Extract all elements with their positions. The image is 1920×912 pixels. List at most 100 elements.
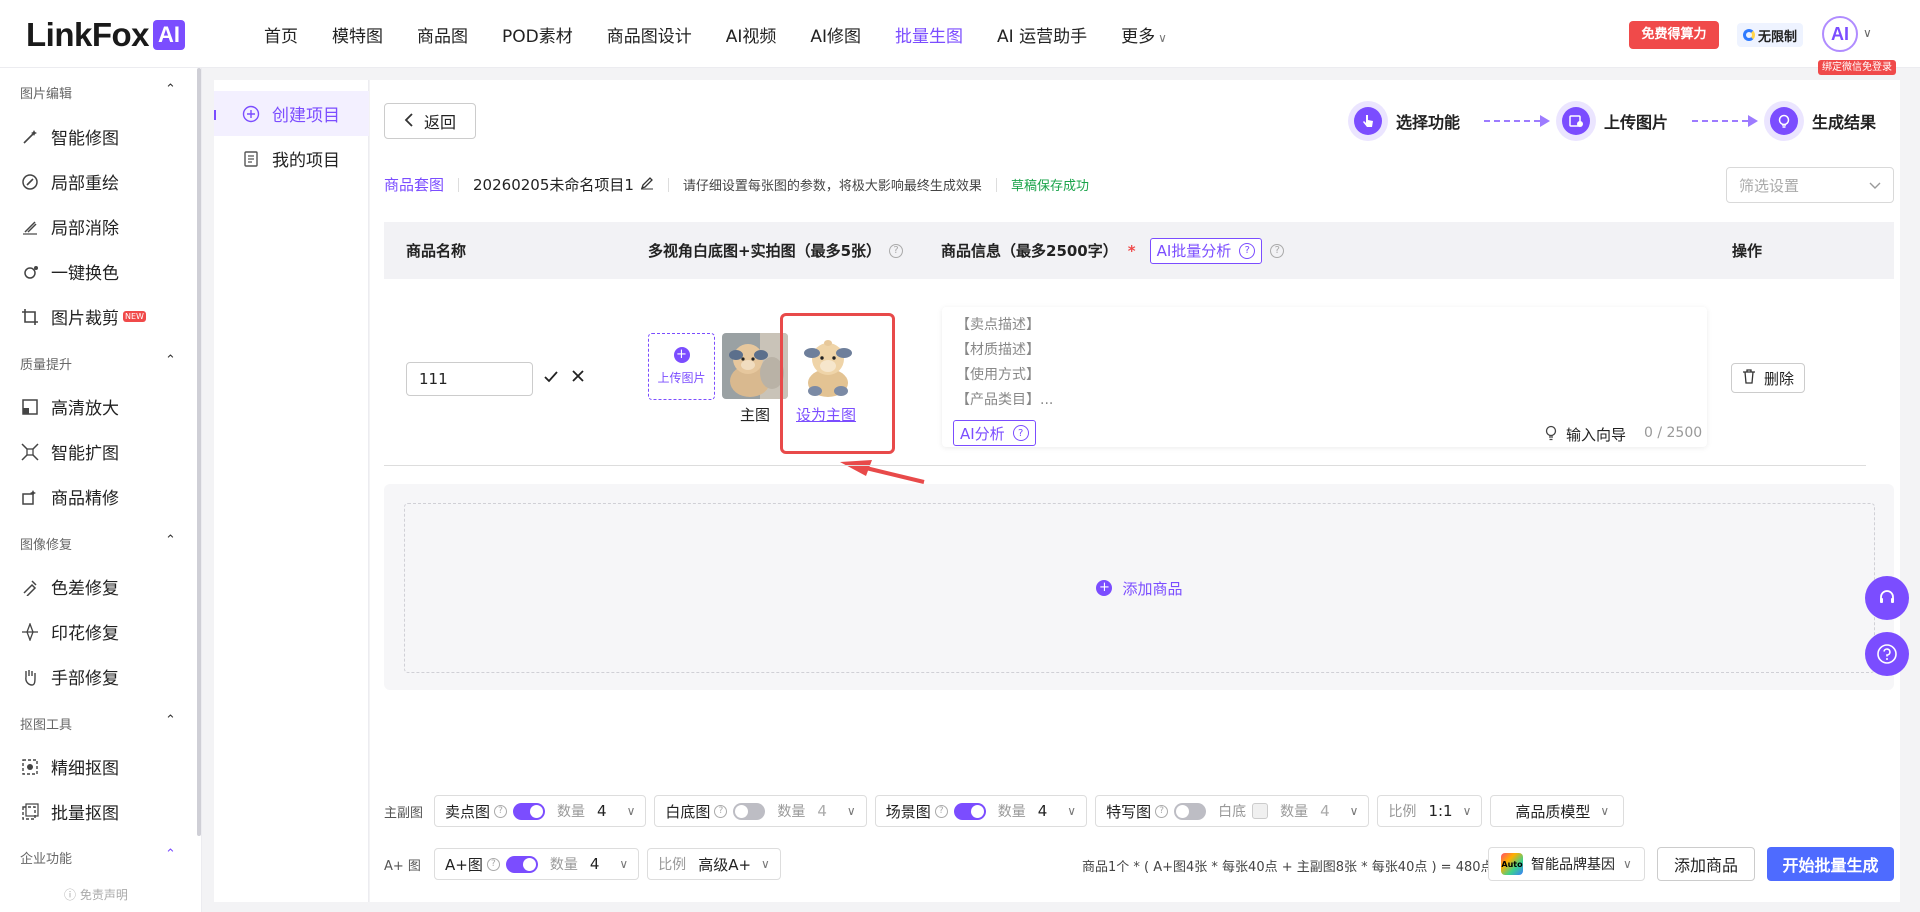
- help-icon: [1877, 644, 1897, 664]
- delete-button[interactable]: 删除: [1731, 363, 1805, 393]
- sidebar-item-product-retouch[interactable]: 商品精修: [20, 484, 119, 509]
- nav-more[interactable]: 更多 ∨: [1121, 22, 1167, 47]
- avatar-text: AI: [1831, 23, 1849, 44]
- step-arrow: [1484, 115, 1551, 127]
- aplus-ratio-group[interactable]: 比例 高级A+ ∨: [647, 848, 781, 880]
- nav-pod[interactable]: POD素材: [502, 22, 573, 47]
- aplus-qty-select[interactable]: 4: [590, 855, 600, 873]
- help-icon[interactable]: ?: [1270, 243, 1285, 258]
- disclaimer-link[interactable]: ⓘ 免责声明: [64, 886, 128, 903]
- help-icon[interactable]: ?: [889, 243, 904, 258]
- sidebar-section-cutout[interactable]: 抠图工具 ⌃: [20, 713, 176, 733]
- nav-retouch[interactable]: AI修图: [810, 22, 861, 47]
- white-bg-checkbox[interactable]: [1252, 803, 1269, 819]
- sidebar-item-inpaint[interactable]: 局部重绘: [20, 169, 119, 194]
- help-icon[interactable]: ?: [714, 804, 728, 818]
- chevron-up-icon: ⌃: [165, 82, 176, 97]
- sidebar-item-label: 印花修复: [51, 624, 119, 644]
- chevron-down-icon[interactable]: ∨: [1863, 26, 1872, 40]
- ai-analysis-button[interactable]: AI分析?: [953, 420, 1036, 446]
- model-select[interactable]: 高品质模型 ∨: [1490, 795, 1625, 827]
- sidebar-item-upscale[interactable]: 高清放大: [20, 394, 119, 419]
- selling-point-qty-select[interactable]: 4: [597, 802, 607, 820]
- help-icon[interactable]: ?: [934, 804, 948, 818]
- brand-gene-label: 智能品牌基因: [1531, 857, 1615, 873]
- nav-model[interactable]: 模特图: [332, 22, 383, 47]
- scene-qty-select[interactable]: 4: [1038, 802, 1048, 820]
- product-name-input[interactable]: 111: [406, 362, 533, 396]
- upload-image-button[interactable]: + 上传图片: [648, 333, 715, 400]
- nav-assistant[interactable]: AI 运营助手: [997, 22, 1087, 47]
- confirm-check-icon[interactable]: [543, 368, 559, 389]
- nav-video[interactable]: AI视频: [726, 22, 777, 47]
- sidebar-item-pattern-fix[interactable]: 印花修复: [20, 619, 119, 644]
- white-bg-qty-select[interactable]: 4: [817, 802, 827, 820]
- sidebar-item-recolor[interactable]: 一键换色: [20, 259, 119, 284]
- customer-service-button[interactable]: [1865, 576, 1909, 620]
- sidebar-item-erase[interactable]: 局部消除: [20, 214, 119, 239]
- filter-select[interactable]: 筛选设置: [1726, 167, 1894, 203]
- selling-point-toggle[interactable]: [513, 802, 546, 820]
- avatar[interactable]: AI: [1822, 16, 1858, 52]
- product-thumbnail-main[interactable]: [722, 333, 788, 399]
- sidebar-section-edit[interactable]: 图片编辑 ⌃: [20, 82, 176, 102]
- help-icon[interactable]: ?: [494, 804, 508, 818]
- sidebar-item-crop[interactable]: 图片裁剪 NEW: [20, 304, 146, 329]
- closeup-toggle[interactable]: [1174, 802, 1207, 820]
- help-button[interactable]: [1865, 632, 1909, 676]
- free-power-button[interactable]: 免费得算力: [1629, 21, 1719, 49]
- sidebar-section-repair[interactable]: 图像修复 ⌃: [20, 533, 176, 553]
- start-batch-generate-button[interactable]: 开始批量生成: [1767, 847, 1894, 881]
- sidebar-item-label: 图片裁剪: [51, 309, 119, 329]
- sidebar-item-batch-cutout[interactable]: 批量抠图: [20, 799, 119, 824]
- upload-label: 上传图片: [657, 371, 706, 385]
- new-badge: NEW: [123, 311, 146, 322]
- pattern-fix-icon: [20, 622, 40, 642]
- cancel-x-icon[interactable]: [571, 367, 585, 388]
- section-title: 抠图工具: [20, 718, 73, 733]
- brand-gene-select[interactable]: Auto 智能品牌基因 ∨: [1488, 847, 1645, 881]
- breadcrumb-type[interactable]: 商品套图: [384, 174, 444, 195]
- scene-toggle[interactable]: [953, 802, 986, 820]
- sidebar-section-quality[interactable]: 质量提升 ⌃: [20, 353, 176, 373]
- back-button[interactable]: 返回: [384, 103, 476, 139]
- section-title: 图片编辑: [20, 87, 73, 102]
- logo[interactable]: LinkFox AI: [26, 16, 186, 53]
- my-projects-item[interactable]: 我的项目: [214, 136, 369, 181]
- ai-batch-analysis-button[interactable]: AI批量分析?: [1149, 237, 1263, 264]
- qty-label: 数量: [549, 857, 578, 873]
- nav-product[interactable]: 商品图: [417, 22, 468, 47]
- sidebar-item-expand[interactable]: 智能扩图: [20, 439, 119, 464]
- aplus-toggle[interactable]: [505, 855, 538, 873]
- step-label: 选择功能: [1396, 113, 1461, 132]
- settings-hint: 请仔细设置每张图的参数，将极大影响最终生成效果: [682, 179, 982, 194]
- sidebar-item-color-fix[interactable]: 色差修复: [20, 574, 119, 599]
- create-project-item[interactable]: 创建项目: [214, 91, 369, 136]
- sidebar-item-smart-retouch[interactable]: 智能修图: [20, 124, 119, 149]
- input-guide-button[interactable]: 输入向导: [1544, 424, 1626, 445]
- nav-batch[interactable]: 批量生图: [895, 22, 963, 47]
- sidebar-item-hand-fix[interactable]: 手部修复: [20, 664, 119, 689]
- nav-home[interactable]: 首页: [264, 22, 298, 47]
- white-bg-toggle[interactable]: [733, 802, 766, 820]
- sidebar-item-fine-cutout[interactable]: 精细抠图: [20, 754, 119, 779]
- divider: [458, 177, 460, 192]
- white-bg-option-label: 白底: [1218, 804, 1247, 820]
- unlimited-icon: [1743, 29, 1755, 41]
- sidebar-scrollbar[interactable]: [197, 68, 201, 836]
- chevron-left-icon: [404, 112, 414, 131]
- unlimited-badge[interactable]: 无限制: [1737, 23, 1804, 47]
- hand-icon: [20, 667, 40, 687]
- main-image-caption: 主图: [740, 406, 771, 424]
- nav-design[interactable]: 商品图设计: [607, 22, 692, 47]
- edit-pencil-icon[interactable]: [640, 176, 654, 194]
- help-icon[interactable]: ?: [1155, 804, 1169, 818]
- help-icon[interactable]: ?: [486, 857, 500, 871]
- ratio-group[interactable]: 比例 1:1 ∨: [1377, 795, 1483, 827]
- closeup-qty-select[interactable]: 4: [1320, 802, 1330, 820]
- sidebar-section-enterprise[interactable]: 企业功能 ⌃: [20, 847, 176, 867]
- header-images-label: 多视角白底图+实拍图（最多5张）: [648, 242, 882, 260]
- cutout-icon: [20, 757, 40, 777]
- add-product-footer-button[interactable]: 添加商品: [1657, 847, 1755, 881]
- add-product-button[interactable]: + 添加商品: [404, 503, 1875, 673]
